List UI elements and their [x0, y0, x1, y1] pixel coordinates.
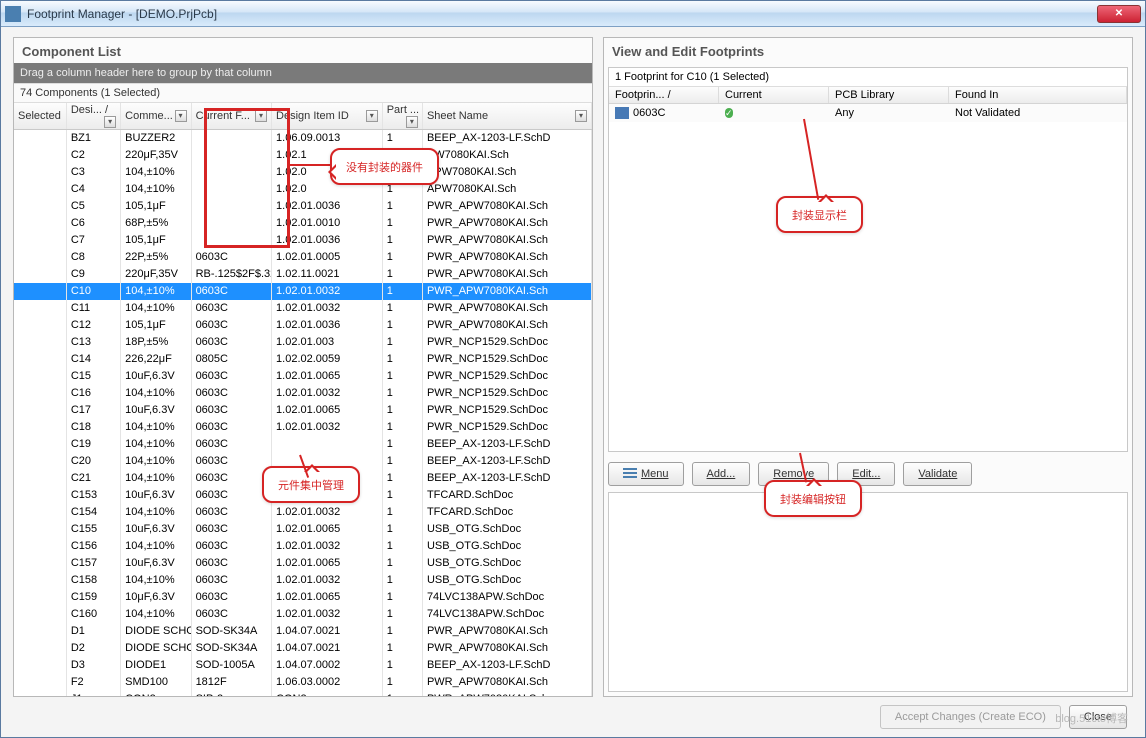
table-row[interactable]: C668P,±5%1.02.01.00101PWR_APW7080KAI.Sch	[14, 215, 592, 232]
col-header[interactable]: Comme...▾	[121, 103, 191, 130]
watermark: blog.51cto博客	[1055, 710, 1128, 726]
menu-button[interactable]: Menu	[608, 462, 684, 486]
table-row[interactable]: C20104,±10%0603C1BEEP_AX-1203-LF.SchD	[14, 453, 592, 470]
component-grid[interactable]: SelectedDesi... /▾Comme...▾Current F...▾…	[14, 103, 592, 696]
footprint-buttons: Menu Add... Remove Edit... Validate	[604, 456, 1132, 492]
col-header[interactable]: Design Item ID▾	[272, 103, 383, 130]
table-row[interactable]: C9220μF,35VRB-.125$2F$.321.02.11.00211PW…	[14, 266, 592, 283]
validate-button[interactable]: Validate	[903, 462, 972, 486]
filter-dropdown-icon[interactable]: ▾	[366, 110, 378, 122]
table-row[interactable]: C21104,±10%0603C1BEEP_AX-1203-LF.SchD	[14, 470, 592, 487]
check-icon: ✓	[725, 108, 733, 118]
titlebar[interactable]: Footprint Manager - [DEMO.PrjPcb] ✕	[1, 1, 1145, 27]
table-row[interactable]: C19104,±10%0603C1BEEP_AX-1203-LF.SchD	[14, 436, 592, 453]
table-row[interactable]: C15310uF,6.3V0603C1TFCARD.SchDoc	[14, 487, 592, 504]
footprint-count: 1 Footprint for C10 (1 Selected)	[609, 68, 1127, 87]
col-header[interactable]: Selected	[14, 103, 66, 130]
table-row[interactable]: BZ1BUZZER21.06.09.00131BEEP_AX-1203-LF.S…	[14, 130, 592, 147]
table-row[interactable]: C2220μF,35V1.02.11PW7080KAI.Sch	[14, 147, 592, 164]
col-header[interactable]: Part ...▾	[382, 103, 422, 130]
table-row[interactable]: C1318P,±5%0603C1.02.01.0031PWR_NCP1529.S…	[14, 334, 592, 351]
component-list-pane: Component List Drag a column header here…	[13, 37, 593, 697]
accept-changes-button: Accept Changes (Create ECO)	[880, 705, 1061, 729]
filter-dropdown-icon[interactable]: ▾	[575, 110, 587, 122]
remove-button[interactable]: Remove	[758, 462, 829, 486]
app-icon	[5, 6, 21, 22]
col-header[interactable]: Desi... /▾	[66, 103, 120, 130]
filter-dropdown-icon[interactable]: ▾	[255, 110, 267, 122]
table-row[interactable]: C158104,±10%0603C1.02.01.00321USB_OTG.Sc…	[14, 572, 592, 589]
table-row[interactable]: C10104,±10%0603C1.02.01.00321PWR_APW7080…	[14, 283, 592, 300]
right-pane-title: View and Edit Footprints	[604, 38, 1132, 63]
table-row[interactable]: C11104,±10%0603C1.02.01.00321PWR_APW7080…	[14, 300, 592, 317]
table-row[interactable]: C156104,±10%0603C1.02.01.00321USB_OTG.Sc…	[14, 538, 592, 555]
footprint-list: 1 Footprint for C10 (1 Selected) Footpri…	[608, 67, 1128, 452]
window: Footprint Manager - [DEMO.PrjPcb] ✕ Comp…	[0, 0, 1146, 738]
col-footprint[interactable]: Footprin... /	[609, 87, 719, 103]
footprint-preview	[608, 492, 1128, 692]
edit-button[interactable]: Edit...	[837, 462, 895, 486]
table-row[interactable]: C15710uF,6.3V0603C1.02.01.00651USB_OTG.S…	[14, 555, 592, 572]
table-row[interactable]: C15510uF,6.3V0603C1.02.01.00651USB_OTG.S…	[14, 521, 592, 538]
component-count: 74 Components (1 Selected)	[14, 83, 592, 103]
col-header[interactable]: Sheet Name▾	[422, 103, 591, 130]
footprint-name: 0603C	[633, 107, 665, 119]
table-row[interactable]: D3DIODE1SOD-1005A1.04.07.00021BEEP_AX-12…	[14, 657, 592, 674]
table-row[interactable]: C3104,±10%1.02.01APW7080KAI.Sch	[14, 164, 592, 181]
table-row[interactable]: C154104,±10%0603C1.02.01.00321TFCARD.Sch…	[14, 504, 592, 521]
client-area: Component List Drag a column header here…	[1, 27, 1145, 737]
col-header[interactable]: Current F...▾	[191, 103, 271, 130]
col-current[interactable]: Current	[719, 87, 829, 103]
table-row[interactable]: C15910μF,6.3V0603C1.02.01.0065174LVC138A…	[14, 589, 592, 606]
table-row[interactable]: C160104,±10%0603C1.02.01.0032174LVC138AP…	[14, 606, 592, 623]
left-pane-title: Component List	[14, 38, 592, 63]
close-icon[interactable]: ✕	[1097, 5, 1141, 23]
table-row[interactable]: C14226,22μF0805C1.02.02.00591PWR_NCP1529…	[14, 351, 592, 368]
footprint-headers[interactable]: Footprin... / Current PCB Library Found …	[609, 87, 1127, 104]
table-row[interactable]: C7105,1μF1.02.01.00361PWR_APW7080KAI.Sch	[14, 232, 592, 249]
table-row[interactable]: C12105,1μF0603C1.02.01.00361PWR_APW7080K…	[14, 317, 592, 334]
col-found-in[interactable]: Found In	[949, 87, 1127, 103]
table-row[interactable]: C4104,±10%1.02.01APW7080KAI.Sch	[14, 181, 592, 198]
table-row[interactable]: C18104,±10%0603C1.02.01.00321PWR_NCP1529…	[14, 419, 592, 436]
footprint-row[interactable]: 0603C ✓ Any Not Validated	[609, 104, 1127, 122]
col-pcb-library[interactable]: PCB Library	[829, 87, 949, 103]
dialog-buttons: Accept Changes (Create ECO) Close	[13, 705, 1133, 729]
add-button[interactable]: Add...	[692, 462, 751, 486]
window-title: Footprint Manager - [DEMO.PrjPcb]	[27, 7, 217, 21]
table-row[interactable]: C1710uF,6.3V0603C1.02.01.00651PWR_NCP152…	[14, 402, 592, 419]
menu-icon	[623, 468, 637, 480]
footprint-pane: View and Edit Footprints 1 Footprint for…	[603, 37, 1133, 697]
table-row[interactable]: J1CON2SIP-2CON21PWR_APW7080KAI.Sch	[14, 691, 592, 697]
table-row[interactable]: F2SMD1001812F1.06.03.00021PWR_APW7080KAI…	[14, 674, 592, 691]
table-row[interactable]: C822P,±5%0603C1.02.01.00051PWR_APW7080KA…	[14, 249, 592, 266]
table-row[interactable]: D1DIODE SCHCSOD-SK34A1.04.07.00211PWR_AP…	[14, 623, 592, 640]
filter-dropdown-icon[interactable]: ▾	[406, 116, 418, 128]
footprint-lib: Any	[835, 107, 955, 119]
filter-dropdown-icon[interactable]: ▾	[104, 116, 116, 128]
table-row[interactable]: D2DIODE SCHCSOD-SK34A1.04.07.00211PWR_AP…	[14, 640, 592, 657]
group-by-bar[interactable]: Drag a column header here to group by th…	[14, 63, 592, 83]
footprint-icon	[615, 107, 629, 119]
table-row[interactable]: C5105,1μF1.02.01.00361PWR_APW7080KAI.Sch	[14, 198, 592, 215]
filter-dropdown-icon[interactable]: ▾	[175, 110, 187, 122]
table-row[interactable]: C1510uF,6.3V0603C1.02.01.00651PWR_NCP152…	[14, 368, 592, 385]
footprint-found: Not Validated	[955, 107, 1121, 119]
table-row[interactable]: C16104,±10%0603C1.02.01.00321PWR_NCP1529…	[14, 385, 592, 402]
